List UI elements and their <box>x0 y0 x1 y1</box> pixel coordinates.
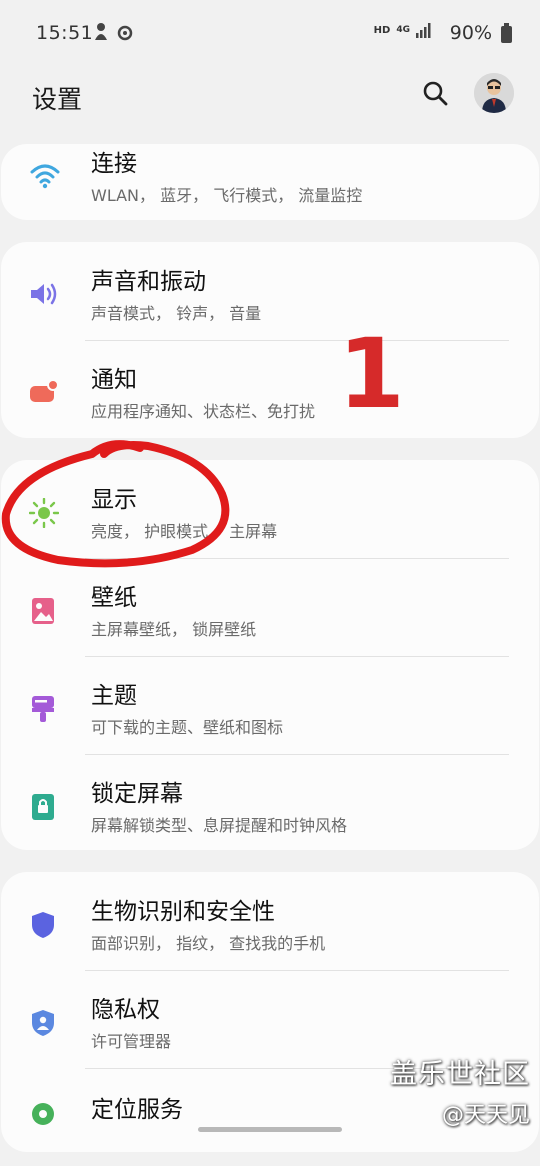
watermark: 盖乐世社区 @天天见 <box>390 1052 530 1129</box>
settings-item-title: 隐私权 <box>91 997 160 1023</box>
settings-item-subtitle: 应用程序通知、状态栏、免打扰 <box>91 402 316 421</box>
avatar-image <box>474 73 514 113</box>
settings-item-title: 生物识别和安全性 <box>91 899 275 925</box>
divider <box>85 340 509 341</box>
network-type: 4G <box>396 25 410 35</box>
settings-item-subtitle: 屏幕解锁类型、息屏提醒和时钟风格 <box>91 816 348 835</box>
battery-icon <box>501 23 512 43</box>
watermark-author: @天天见 <box>441 1103 530 1128</box>
theme-icon <box>29 694 57 722</box>
page-title: 设置 <box>32 85 83 114</box>
settings-item-subtitle: 声音模式， 铃声， 音量 <box>91 304 262 323</box>
shield-icon <box>29 910 57 938</box>
battery-level: 90% <box>449 22 492 44</box>
volume-icon <box>29 280 57 308</box>
settings-item-title: 通知 <box>91 367 137 393</box>
divider <box>85 754 509 755</box>
settings-item-title: 壁纸 <box>91 585 137 611</box>
settings-item-subtitle: 许可管理器 <box>91 1032 172 1051</box>
hd-indicator: HD <box>373 24 391 36</box>
privacy-icon <box>29 1008 57 1036</box>
settings-item-biometrics[interactable]: 生物识别和安全性 面部识别， 指纹， 查找我的手机 <box>1 874 539 970</box>
settings-item-connections[interactable]: 连接 WLAN， 蓝牙， 飞行模式， 流量监控 <box>1 126 539 222</box>
status-notification-icons <box>92 22 134 42</box>
connections-card: 连接 WLAN， 蓝牙， 飞行模式， 流量监控 <box>1 144 539 220</box>
status-time: 15:51 <box>36 22 94 44</box>
search-button[interactable] <box>420 78 452 110</box>
divider <box>85 656 509 657</box>
search-icon <box>423 81 448 106</box>
settings-item-themes[interactable]: 主题 可下载的主题、壁纸和图标 <box>1 658 539 754</box>
settings-item-title: 声音和振动 <box>91 269 206 295</box>
settings-item-subtitle: 面部识别， 指纹， 查找我的手机 <box>91 934 326 953</box>
status-indicators: HD 4G <box>374 22 432 38</box>
settings-item-title: 主题 <box>91 683 137 709</box>
watermark-title: 盖乐世社区 <box>390 1059 530 1090</box>
home-indicator[interactable] <box>198 1127 342 1132</box>
settings-item-sound[interactable]: 声音和振动 声音模式， 铃声， 音量 <box>1 244 539 340</box>
app-notification-icon <box>92 22 110 42</box>
wallpaper-icon <box>29 596 57 624</box>
divider <box>85 970 509 971</box>
settings-item-subtitle: WLAN， 蓝牙， 飞行模式， 流量监控 <box>91 186 363 205</box>
wifi-icon <box>29 162 60 190</box>
settings-item-subtitle: 可下载的主题、壁纸和图标 <box>91 718 284 737</box>
sound-notification-card: 声音和振动 声音模式， 铃声， 音量 通知 应用程序通知、状态栏、免打扰 <box>1 242 539 438</box>
status-bar: 15:51 HD 4G 90% <box>0 0 540 68</box>
lock-screen-icon <box>29 792 57 820</box>
settings-item-title: 连接 <box>91 151 137 177</box>
settings-item-subtitle: 主屏幕壁纸， 锁屏壁纸 <box>91 620 257 639</box>
account-avatar[interactable] <box>474 73 514 113</box>
settings-item-title: 锁定屏幕 <box>91 781 183 807</box>
annotation-circle <box>1 440 230 568</box>
settings-item-lock-screen[interactable]: 锁定屏幕 屏幕解锁类型、息屏提醒和时钟风格 <box>1 756 539 852</box>
weibo-icon <box>116 22 134 42</box>
signal-icon <box>416 23 431 38</box>
location-icon <box>29 1100 57 1128</box>
settings-item-title: 定位服务 <box>91 1097 183 1123</box>
settings-item-notifications[interactable]: 通知 应用程序通知、状态栏、免打扰 <box>1 342 539 438</box>
annotation-number: 1 <box>338 318 405 430</box>
notification-icon <box>29 378 59 406</box>
